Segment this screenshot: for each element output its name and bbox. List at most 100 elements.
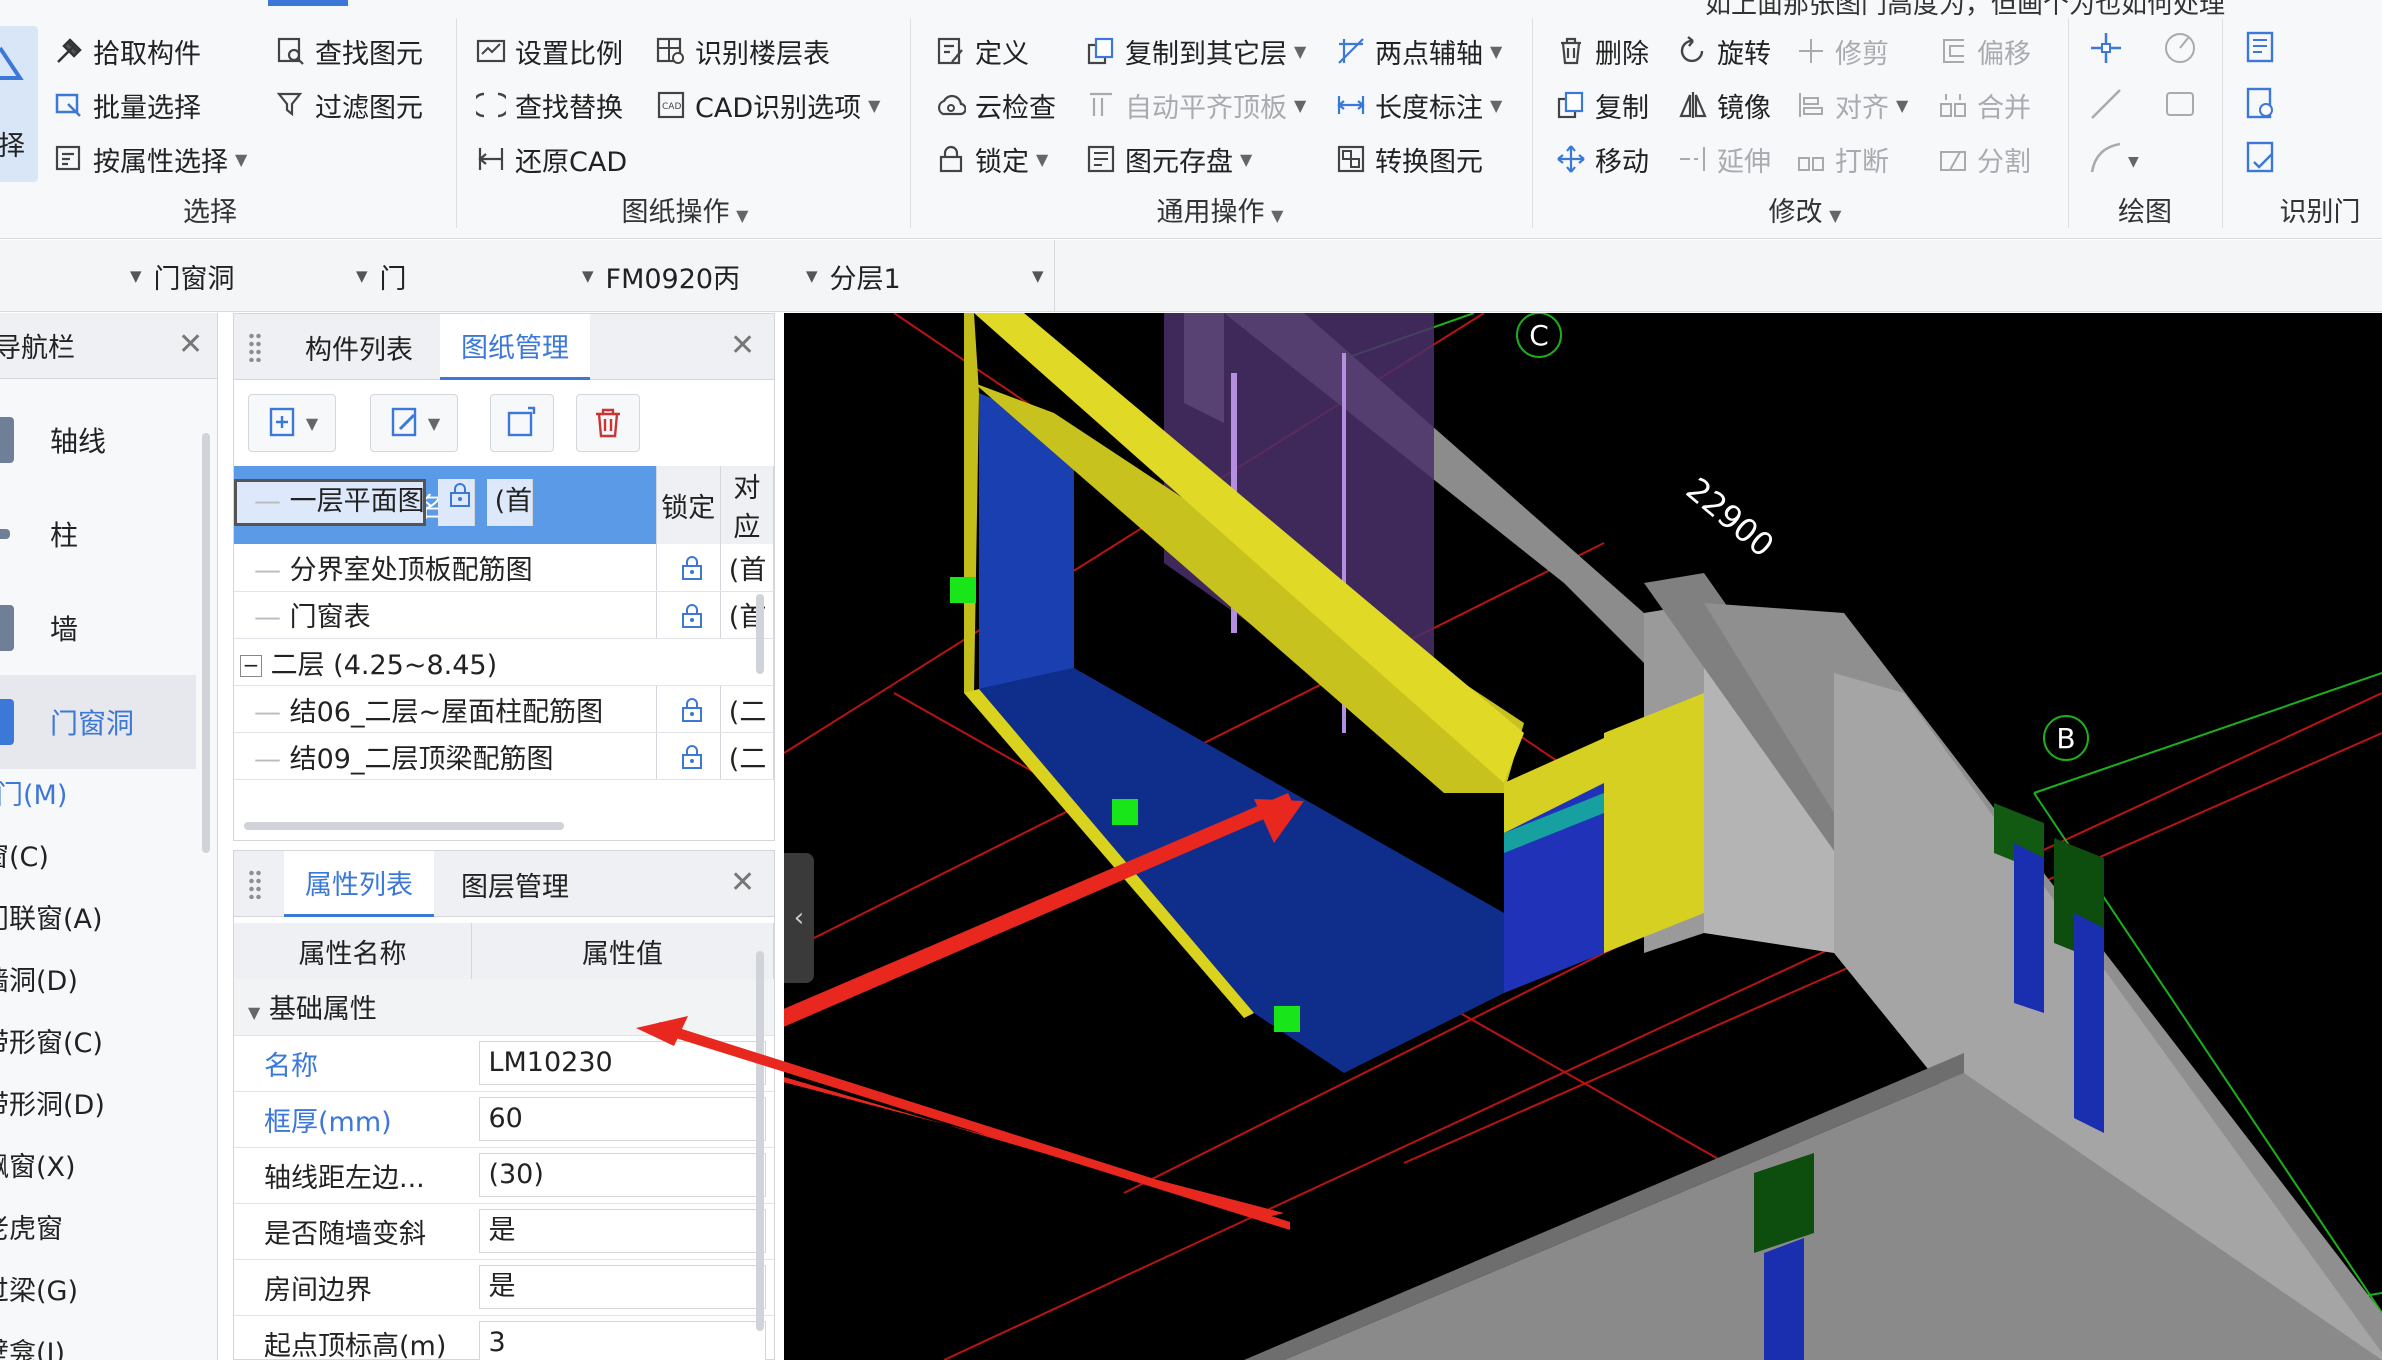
table-row[interactable]: 名称 LM10230 bbox=[234, 1035, 774, 1092]
copy-to-floor-button[interactable]: 复制到其它层 ▼ bbox=[1080, 30, 1312, 72]
extend-button[interactable]: 延伸 bbox=[1672, 138, 1777, 180]
tab-property-list[interactable]: 属性列表 bbox=[284, 851, 434, 917]
prop-value-input[interactable]: 60 bbox=[479, 1097, 766, 1141]
mirror-button[interactable]: 镜像 bbox=[1672, 84, 1777, 126]
nav-item-column[interactable]: 柱 bbox=[0, 487, 196, 581]
grip-point[interactable] bbox=[950, 577, 976, 603]
lock-icon[interactable] bbox=[678, 696, 706, 724]
close-icon[interactable]: ✕ bbox=[178, 327, 203, 362]
nav-scrollbar[interactable] bbox=[202, 433, 210, 853]
lock-button[interactable]: 锁定 ▼ bbox=[930, 138, 1054, 180]
drawing-ops-group[interactable]: 图纸操作 ▼ bbox=[610, 190, 760, 229]
model-canvas[interactable]: C B 22900 bbox=[784, 313, 2382, 1360]
table-row[interactable]: 轴线距左边... (30) bbox=[234, 1147, 774, 1204]
layer-select[interactable]: ▼ 分层1 bbox=[806, 254, 901, 298]
drag-handle-icon[interactable] bbox=[248, 869, 262, 899]
column-header-owner[interactable]: 对应 bbox=[720, 466, 775, 544]
lock-icon[interactable] bbox=[446, 481, 474, 509]
point-draw-icon[interactable] bbox=[2088, 30, 2124, 66]
table-row[interactable]: − 二层 (4.25~8.45) bbox=[234, 638, 774, 686]
sub-item-strip-window[interactable]: 带形窗(C) bbox=[0, 1021, 103, 1060]
tab-component-list[interactable]: 构件列表 bbox=[284, 314, 434, 380]
table-row[interactable]: — 结06_二层~屋面柱配筋图 (二 bbox=[234, 685, 775, 733]
find-replace-button[interactable]: 查找替换 bbox=[470, 84, 629, 126]
align-button[interactable]: 对齐 ▼ bbox=[1790, 84, 1914, 126]
edit-drawing-button[interactable]: ▼ bbox=[370, 394, 458, 452]
arc-draw-icon[interactable]: ▼ bbox=[2088, 140, 2148, 176]
select-by-property-button[interactable]: 按属性选择 ▼ bbox=[48, 138, 253, 180]
close-icon[interactable]: ✕ bbox=[730, 865, 755, 900]
grip-point[interactable] bbox=[1274, 1006, 1300, 1032]
sub-item-bay-window[interactable]: 飘窗(X) bbox=[0, 1145, 76, 1184]
prop-value-input[interactable]: (30) bbox=[479, 1153, 766, 1197]
prop-value-input[interactable]: LM10230 bbox=[479, 1041, 766, 1085]
define-button[interactable]: 定义 bbox=[930, 30, 1035, 72]
nav-item-door-window-opening[interactable]: 门窗洞 bbox=[0, 675, 196, 769]
rotate-button[interactable]: 旋转 bbox=[1672, 30, 1777, 72]
vertical-scrollbar[interactable] bbox=[756, 951, 764, 1331]
circle-draw-icon[interactable] bbox=[2162, 30, 2198, 66]
batch-select-button[interactable]: 批量选择 bbox=[48, 84, 207, 126]
set-scale-button[interactable]: 设置比例 bbox=[470, 30, 629, 72]
tab-drawing-management[interactable]: 图纸管理 bbox=[440, 314, 590, 380]
split-button[interactable]: 分割 bbox=[1932, 138, 2037, 180]
table-row[interactable]: 起点顶标高(m) 3 bbox=[234, 1315, 774, 1360]
table-row[interactable]: — 一层平面图 (首 bbox=[234, 478, 534, 526]
category-select[interactable]: ▼ 门窗洞 bbox=[130, 254, 235, 298]
3d-viewport[interactable]: C B 22900 ‹ bbox=[784, 313, 2382, 1360]
split-drawing-button[interactable] bbox=[490, 394, 554, 452]
type-select[interactable]: ▼ 门 bbox=[356, 254, 407, 298]
find-element-button[interactable]: 查找图元 bbox=[270, 30, 429, 72]
move-button[interactable]: 移动 bbox=[1550, 138, 1655, 180]
add-drawing-button[interactable]: ▼ bbox=[248, 394, 336, 452]
sub-item-dormer[interactable]: 老虎窗 bbox=[0, 1207, 63, 1246]
offset-button[interactable]: 偏移 bbox=[1932, 30, 2037, 72]
table-row[interactable]: — 分界室处顶板配筋图 (首 bbox=[234, 544, 775, 592]
filter-element-button[interactable]: 过滤图元 bbox=[270, 84, 429, 126]
horizontal-scrollbar[interactable] bbox=[244, 822, 564, 830]
column-header-lock[interactable]: 锁定 bbox=[656, 466, 721, 544]
pick-component-button[interactable]: 拾取构件 bbox=[48, 30, 207, 72]
collapse-panel-button[interactable]: ‹ bbox=[784, 853, 814, 983]
copy-button[interactable]: 复制 bbox=[1550, 84, 1655, 126]
property-section-row[interactable]: ▼ 基础属性 bbox=[234, 979, 774, 1036]
nav-item-wall[interactable]: 墙 bbox=[0, 581, 196, 675]
rect-draw-icon[interactable] bbox=[2162, 86, 2198, 122]
nav-item-axis[interactable]: 轴线 bbox=[0, 393, 196, 487]
vertical-scrollbar[interactable] bbox=[756, 594, 764, 674]
sub-item-lintel[interactable]: 过梁(G) bbox=[0, 1269, 78, 1308]
delete-button[interactable]: 删除 bbox=[1550, 30, 1655, 72]
length-dimension-button[interactable]: 长度标注 ▼ bbox=[1330, 84, 1508, 126]
identify-window-icon[interactable] bbox=[2244, 86, 2280, 122]
tab-layer-management[interactable]: 图层管理 bbox=[440, 851, 590, 917]
table-row[interactable]: 框厚(mm) 60 bbox=[234, 1091, 774, 1148]
identify-floor-table-button[interactable]: 识别楼层表 bbox=[650, 30, 836, 72]
save-elements-button[interactable]: 图元存盘 ▼ bbox=[1080, 138, 1258, 180]
merge-button[interactable]: 合并 bbox=[1932, 84, 2037, 126]
prop-value-input[interactable]: 3 bbox=[479, 1321, 766, 1360]
cloud-check-button[interactable]: 云检查 bbox=[930, 84, 1062, 126]
layer-dropdown-caret[interactable]: ▼ bbox=[1032, 254, 1044, 298]
convert-elements-button[interactable]: 转换图元 bbox=[1330, 138, 1489, 180]
lock-icon[interactable] bbox=[678, 743, 706, 771]
cad-options-button[interactable]: CAD CAD识别选项 ▼ bbox=[650, 84, 886, 126]
select-button[interactable]: 择 bbox=[0, 26, 38, 182]
delete-drawing-button[interactable] bbox=[576, 394, 640, 452]
modify-group[interactable]: 修改 ▼ bbox=[1740, 190, 1870, 229]
sub-item-door[interactable]: 门(M) bbox=[0, 773, 67, 812]
restore-cad-button[interactable]: 还原CAD bbox=[470, 138, 633, 180]
lock-icon[interactable] bbox=[678, 602, 706, 630]
prop-value-input[interactable]: 是 bbox=[479, 1265, 766, 1309]
grip-point[interactable] bbox=[1112, 799, 1138, 825]
sub-item-strip-opening[interactable]: 带形洞(D) bbox=[0, 1083, 105, 1122]
sub-item-niche[interactable]: 壁龛(I) bbox=[0, 1331, 65, 1360]
trim-button[interactable]: 修剪 bbox=[1790, 30, 1895, 72]
identify-table-icon[interactable] bbox=[2244, 140, 2280, 176]
line-draw-icon[interactable] bbox=[2088, 86, 2124, 122]
drag-handle-icon[interactable] bbox=[248, 332, 262, 362]
auto-align-slab-button[interactable]: 自动平齐顶板 ▼ bbox=[1080, 84, 1312, 126]
collapse-toggle-icon[interactable]: − bbox=[240, 655, 262, 677]
break-button[interactable]: 打断 bbox=[1790, 138, 1895, 180]
close-icon[interactable]: ✕ bbox=[730, 328, 755, 363]
sub-item-wall-opening[interactable]: 墙洞(D) bbox=[0, 959, 78, 998]
